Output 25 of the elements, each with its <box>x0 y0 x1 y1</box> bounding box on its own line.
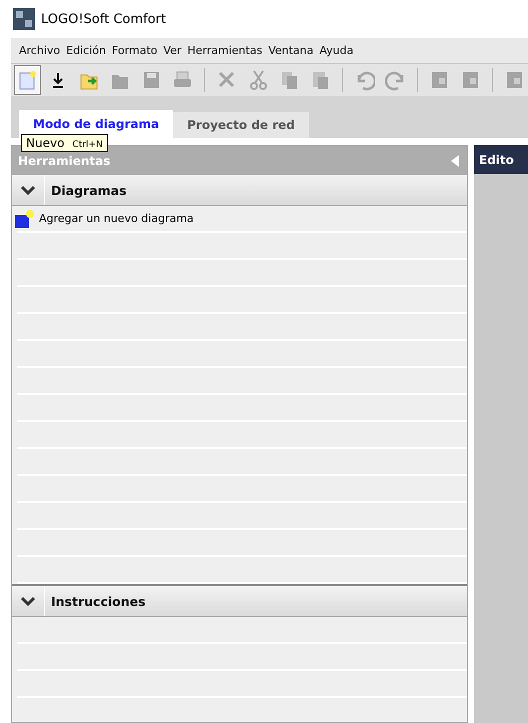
panel-header: Herramientas <box>12 146 467 175</box>
panel-header: Edito <box>474 145 528 174</box>
menu-item[interactable]: Ayuda <box>316 44 356 57</box>
menu-item[interactable]: Ventana <box>265 44 317 57</box>
tooltip: Nuevo Ctrl+N <box>21 134 108 152</box>
new-diagram-icon <box>14 208 36 228</box>
menu-item[interactable]: Ver <box>160 44 184 57</box>
list-item[interactable]: Agregar un nuevo diagrama <box>14 206 467 231</box>
chevron-icon[interactable] <box>21 185 35 195</box>
menu-item[interactable]: Formato <box>108 44 160 57</box>
redo-icon <box>384 69 406 91</box>
section-header[interactable]: Instrucciones <box>12 584 467 617</box>
tab[interactable]: Modo de diagrama <box>19 110 174 138</box>
scissors-icon <box>248 69 269 91</box>
new-document-icon <box>17 69 38 91</box>
collapse-icon[interactable] <box>451 154 459 166</box>
tab[interactable]: Proyecto de red <box>173 112 309 138</box>
menu-item[interactable]: Archivo <box>16 44 64 57</box>
window-title: LOGO!Soft Comfort <box>41 12 166 26</box>
app-logo-icon <box>13 8 35 30</box>
menu-item[interactable]: Edición <box>63 44 109 57</box>
section-header[interactable]: Diagramas <box>12 175 467 206</box>
chevron-icon[interactable] <box>21 596 35 606</box>
block-icon <box>504 69 525 91</box>
menu-item[interactable]: Herramientas <box>184 44 266 57</box>
